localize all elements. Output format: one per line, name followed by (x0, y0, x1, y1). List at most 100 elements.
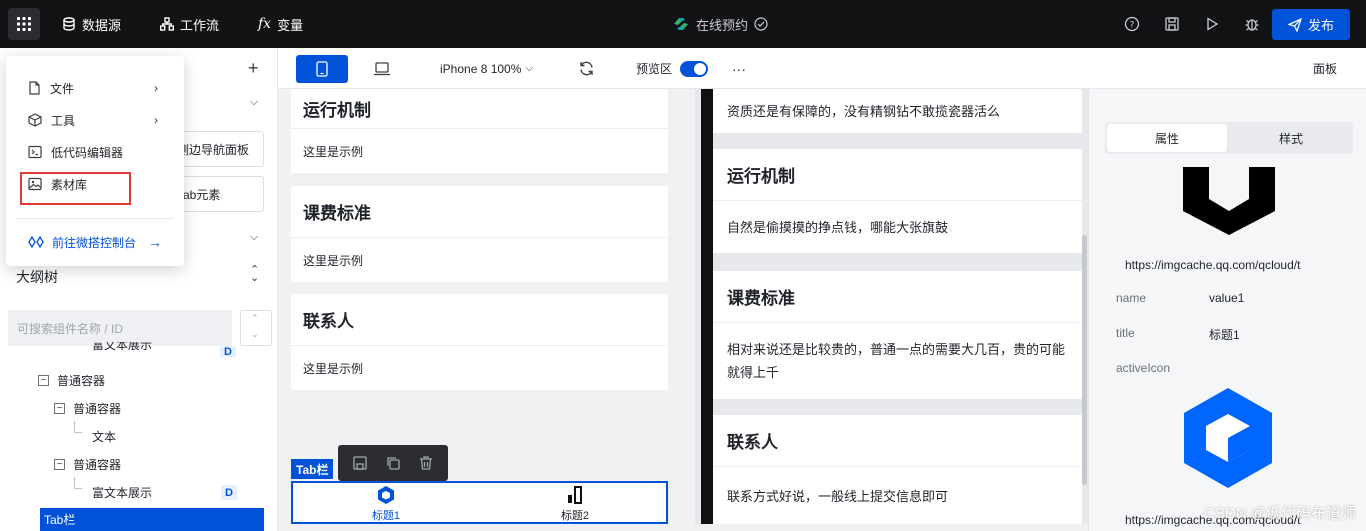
workflow-menu[interactable]: 工作流 (160, 0, 219, 48)
tree-node-text[interactable]: 文本 (92, 424, 116, 448)
tab-item-label: 标题1 (371, 509, 401, 522)
collapse-icon[interactable]: − (38, 374, 49, 386)
check-circle-icon (754, 17, 768, 31)
datasource-label: 数据源 (82, 17, 122, 33)
chevron-right-icon: › (154, 81, 158, 95)
workflow-icon (160, 17, 174, 31)
app-logo-icon (674, 18, 688, 30)
debug-bug-icon[interactable] (1244, 16, 1260, 32)
preview-scrollbar[interactable] (1082, 235, 1087, 485)
play-icon[interactable] (1204, 16, 1220, 32)
cube-active-icon-preview[interactable] (1184, 388, 1272, 488)
project-title-text: 在线预约 (696, 17, 749, 33)
tree-node-label: Tab栏 (44, 513, 76, 527)
variable-label: 变量 (277, 17, 304, 33)
preview-switch[interactable] (680, 60, 709, 77)
card-body[interactable]: 这里是示例 (291, 238, 668, 282)
data-bound-badge: D (221, 485, 237, 500)
card-title[interactable]: 运行机制 (291, 89, 668, 129)
canvas-toolbar: iPhone 8 100% ⌵ 预览区 ··· 面板 (278, 48, 1366, 89)
tree-node-richtext[interactable]: 富文本展示 (92, 342, 152, 356)
mobile-icon (316, 61, 328, 77)
tree-node-label: 普通容器 (73, 401, 122, 416)
side-nav-panel-label: 侧边导航面板 (177, 142, 250, 157)
tree-connector (74, 477, 82, 489)
card-body[interactable]: 这里是示例 (291, 346, 668, 390)
apps-grid-button[interactable] (8, 8, 40, 40)
preview-card-body: 联系方式好说，一般线上提交信息即可 (713, 467, 1082, 524)
mobile-view-button[interactable] (296, 55, 348, 83)
workflow-label: 工作流 (180, 17, 220, 33)
variable-menu[interactable]: fx 变量 (258, 0, 303, 48)
preview-card-title: 运行机制 (713, 149, 1082, 201)
tab-properties[interactable]: 属性 (1107, 124, 1227, 152)
cube-icon-preview (1183, 167, 1275, 235)
device-zoom-select[interactable]: iPhone 8 100% ⌵ (440, 48, 533, 89)
device-zoom-value: iPhone 8 100% (440, 61, 522, 76)
component-search-input[interactable]: 可搜索组件名称 / ID (8, 310, 232, 346)
card-body[interactable]: 这里是示例 (291, 129, 668, 173)
help-icon[interactable]: ? (1124, 16, 1140, 32)
more-options-button[interactable]: ··· (732, 48, 746, 89)
preview-label: 预览区 (636, 62, 673, 76)
prop-name-value[interactable]: value1 (1209, 291, 1244, 305)
card-title[interactable]: 课费标准 (291, 186, 668, 238)
publish-button[interactable]: 发布 (1272, 9, 1350, 40)
add-icon[interactable]: + (248, 58, 259, 79)
tree-connector (74, 421, 82, 433)
properties-panel: 属性 样式 https://imgcache.qq.com/qcloud/t n… (1088, 89, 1366, 531)
tree-node-richtext[interactable]: 富文本展示 (92, 480, 152, 504)
collapse-icon[interactable]: − (54, 402, 65, 414)
chevron-down-icon[interactable]: ⌄ (251, 329, 259, 340)
copy-icon[interactable] (385, 455, 401, 471)
panel-button[interactable]: 面板 (1313, 48, 1337, 89)
menu-item-label: 低代码编辑器 (51, 145, 124, 160)
top-bar: 数据源 工作流 fx 变量 在线预约 ? 发布 (0, 0, 1366, 48)
tree-node-label: 富文本展示 (92, 342, 153, 352)
tree-node-label: 文本 (92, 429, 117, 444)
save-icon[interactable] (352, 455, 368, 471)
tree-node-container[interactable]: − 普通容器 (38, 368, 105, 392)
tab-item-2[interactable]: 标题2 (515, 483, 635, 524)
menu-item-lowcode-editor[interactable]: 低代码编辑器 (6, 136, 184, 168)
delete-icon[interactable] (418, 455, 434, 471)
prop-name-label: name (1116, 291, 1147, 305)
icon-url-text: https://imgcache.qq.com/qcloud/t (1125, 258, 1301, 272)
main-menu-dropdown: 文件 › 工具 › 低代码编辑器 素材库 前往微搭控制台 → (6, 56, 184, 266)
database-icon (63, 17, 75, 31)
desktop-view-button[interactable] (356, 55, 408, 83)
collapse-icon[interactable]: − (54, 458, 65, 470)
goto-console-link[interactable]: 前往微搭控制台 → (28, 226, 162, 258)
chevron-updown-icon[interactable]: ⌃ ⌄ (250, 265, 259, 284)
tabbar-component[interactable]: 标题1 标题2 (291, 481, 668, 524)
laptop-icon (374, 62, 390, 76)
menu-item-tools[interactable]: 工具 › (6, 104, 184, 136)
publish-label: 发布 (1307, 18, 1334, 33)
chevron-down-icon[interactable]: ⌵ (250, 96, 258, 109)
project-title: 在线预约 (672, 0, 768, 48)
menu-divider (16, 218, 174, 219)
card-title[interactable]: 联系人 (291, 294, 668, 346)
prop-title-value[interactable]: 标题1 (1209, 326, 1240, 343)
weda-logo-icon (28, 236, 44, 248)
datasource-menu[interactable]: 数据源 (62, 0, 121, 48)
chevron-down-icon[interactable]: ⌵ (250, 231, 258, 244)
save-icon[interactable] (1164, 16, 1180, 32)
preview-card-title: 课费标准 (713, 271, 1082, 323)
tree-scroll-stepper[interactable]: ⌃ ⌄ (240, 310, 272, 346)
tab-item-1[interactable]: 标题1 (326, 483, 446, 524)
tree-node-label: 富文本展示 (92, 485, 153, 500)
tree-node-container[interactable]: − 普通容器 (54, 452, 121, 476)
menu-item-file[interactable]: 文件 › (6, 72, 184, 104)
bar-chart-icon (568, 485, 582, 504)
refresh-icon[interactable] (578, 60, 595, 77)
tree-node-tabbar-selected[interactable]: Tab栏 (40, 508, 264, 531)
file-icon (29, 81, 40, 95)
preview-toggle[interactable]: 预览区 (636, 48, 709, 89)
tree-node-container[interactable]: − 普通容器 (54, 396, 121, 420)
prop-title-label: title (1116, 326, 1135, 340)
tab-style[interactable]: 样式 (1231, 124, 1351, 152)
menu-item-label: 工具 (51, 113, 76, 128)
chevron-up-icon[interactable]: ⌃ (251, 313, 259, 324)
chevron-down-icon: ⌵ (525, 63, 533, 74)
